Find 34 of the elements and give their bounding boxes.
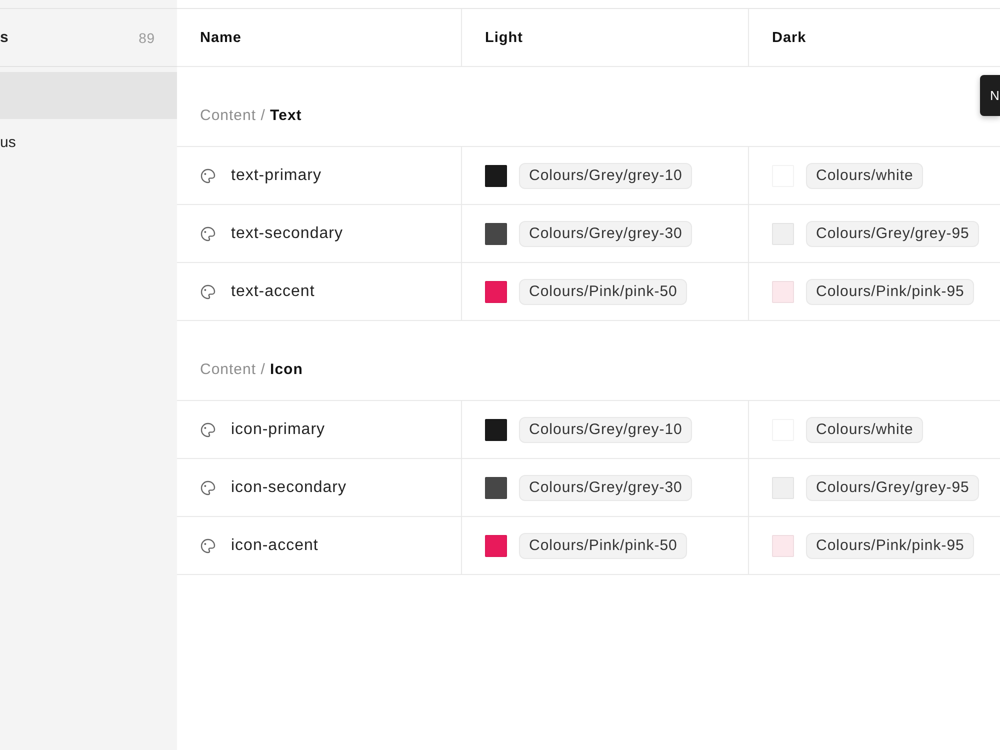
- token-chip: Colours/white: [806, 162, 924, 188]
- palette-icon: [200, 422, 216, 438]
- sidebar-item[interactable]: us: [0, 119, 177, 166]
- token-chip: Colours/Grey/grey-95: [806, 474, 980, 500]
- token-chip: Colours/Grey/grey-30: [519, 474, 692, 500]
- tooltip: N: [980, 75, 1000, 116]
- token-chip: Colours/Grey/grey-95: [806, 220, 980, 246]
- token-name: text-accent: [231, 282, 315, 300]
- token-name: icon-secondary: [231, 478, 346, 496]
- palette-icon: [200, 226, 216, 242]
- item-count: 89: [138, 30, 155, 46]
- token-chip: Colours/white: [806, 416, 924, 442]
- palette-icon: [200, 168, 216, 184]
- token-name: icon-primary: [231, 420, 326, 438]
- sidebar-heading: s: [0, 29, 8, 46]
- token-chip: Colours/Pink/pink-95: [806, 278, 974, 304]
- column-header: Dark: [772, 30, 806, 46]
- column-header: Name: [200, 30, 242, 46]
- column-header: Light: [485, 30, 523, 46]
- token-chip: Colours/Pink/pink-50: [519, 278, 688, 304]
- token-chip: Colours/Pink/pink-50: [519, 532, 688, 558]
- token-chip: Colours/Grey/grey-30: [519, 220, 692, 246]
- token-name: text-secondary: [231, 224, 343, 242]
- token-chip: Colours/Pink/pink-95: [806, 532, 974, 558]
- token-name: icon-accent: [231, 536, 318, 554]
- sidebar-item[interactable]: [0, 72, 177, 119]
- palette-icon: [200, 538, 216, 554]
- palette-icon: [200, 284, 216, 300]
- palette-icon: [200, 480, 216, 496]
- token-chip: Colours/Grey/grey-10: [519, 416, 692, 442]
- token-chip: Colours/Grey/grey-10: [519, 162, 692, 188]
- group-title: Content / Icon: [200, 361, 303, 378]
- token-name: text-primary: [231, 166, 322, 184]
- group-title: Content / Text: [200, 107, 302, 124]
